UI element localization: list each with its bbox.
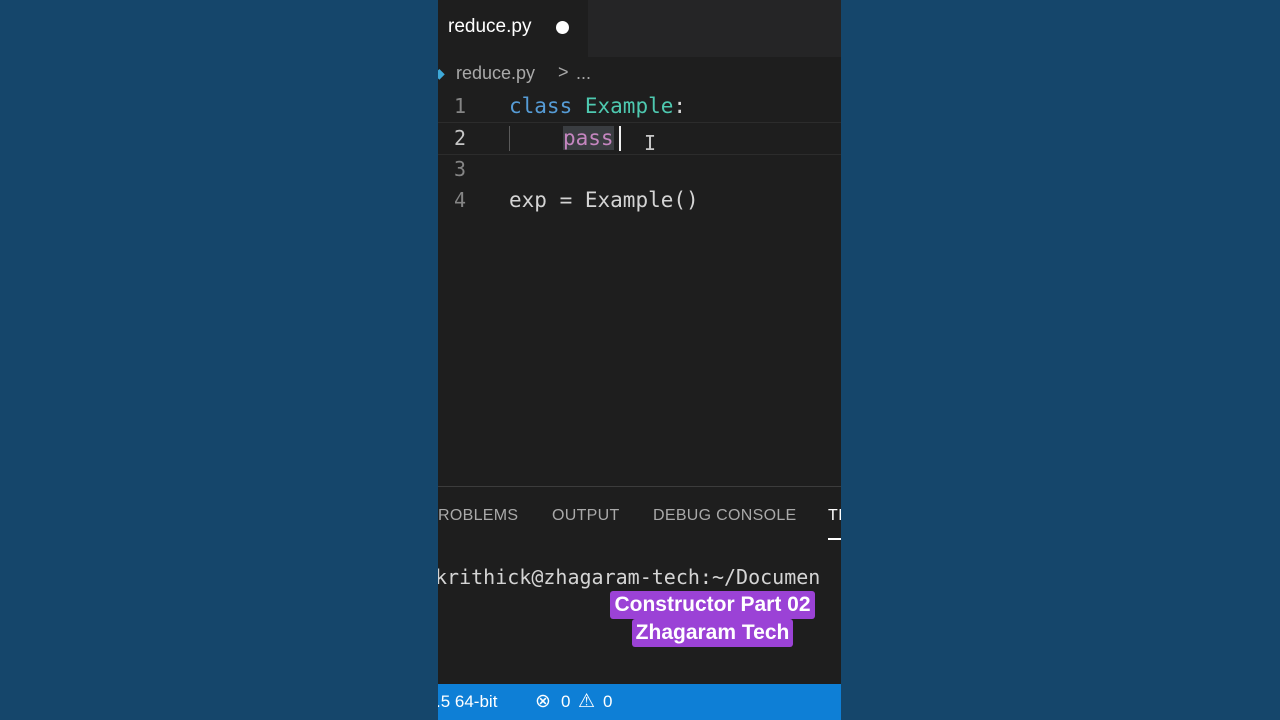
line-number: 1 — [453, 94, 466, 118]
caption-title: Constructor Part 02 — [610, 591, 815, 619]
call-expression: Example() — [584, 188, 699, 212]
active-tab-indicator — [828, 538, 841, 540]
code-text: pass — [563, 123, 614, 154]
tab-reduce-py[interactable]: reduce.py — [438, 0, 588, 57]
terminal-prompt[interactable]: krithick@zhagaram-tech:~/Documen — [438, 565, 820, 589]
variable: exp — [509, 188, 547, 212]
keyword: class — [509, 94, 573, 118]
code-text: class Example: — [509, 91, 686, 122]
breadcrumb: ◆ reduce.py > ... — [438, 62, 841, 88]
caption-channel: Zhagaram Tech — [631, 619, 794, 647]
operator: = — [546, 188, 585, 212]
error-icon[interactable]: ⊗ — [535, 690, 551, 713]
class-name: Example — [584, 94, 674, 118]
punctuation: : — [673, 94, 687, 118]
tab-debug-console[interactable]: DEBUG CONSOLE — [653, 507, 797, 525]
breadcrumb-more[interactable]: ... — [576, 63, 591, 84]
tab-problems[interactable]: ROBLEMS — [438, 507, 518, 525]
editor-tab-bar: reduce.py — [438, 0, 841, 57]
text-caret — [619, 126, 621, 151]
tab-output[interactable]: OUTPUT — [552, 507, 620, 525]
breadcrumb-file[interactable]: reduce.py — [456, 63, 535, 84]
python-file-icon: ◆ — [438, 65, 445, 81]
tab-label: reduce.py — [448, 16, 532, 37]
line-number: 4 — [453, 188, 466, 212]
breadcrumb-chevron-icon: > — [558, 62, 569, 82]
error-count[interactable]: 0 — [561, 692, 570, 712]
indent-guide — [509, 126, 510, 151]
warning-icon[interactable]: ⚠ — [578, 690, 595, 713]
warning-count[interactable]: 0 — [603, 692, 612, 712]
code-text: exp = Example() — [509, 185, 699, 216]
line-number: 3 — [453, 157, 466, 181]
unsaved-dot-icon[interactable] — [556, 21, 569, 34]
code-editor[interactable]: 1 class Example: 2 pass I 3 4 exp = Exam… — [438, 90, 841, 485]
line-number: 2 — [453, 126, 466, 150]
keyword: pass — [563, 126, 614, 150]
code-line-1[interactable]: 1 class Example: — [438, 91, 841, 122]
video-caption-overlay: Constructor Part 02 Zhagaram Tech — [598, 591, 827, 647]
python-interpreter[interactable]: .5 64-bit — [438, 692, 497, 712]
tab-terminal[interactable]: TI — [828, 507, 841, 525]
status-bar: .5 64-bit ⊗ 0 ⚠ 0 — [438, 684, 841, 720]
vscode-window: reduce.py ◆ reduce.py > ... 1 class Exam… — [438, 0, 841, 720]
code-line-3[interactable]: 3 — [438, 154, 841, 185]
code-line-4[interactable]: 4 exp = Example() — [438, 185, 841, 216]
code-line-2[interactable]: 2 pass I — [438, 122, 841, 155]
panel-tab-bar: ROBLEMS OUTPUT DEBUG CONSOLE TI — [438, 487, 841, 545]
